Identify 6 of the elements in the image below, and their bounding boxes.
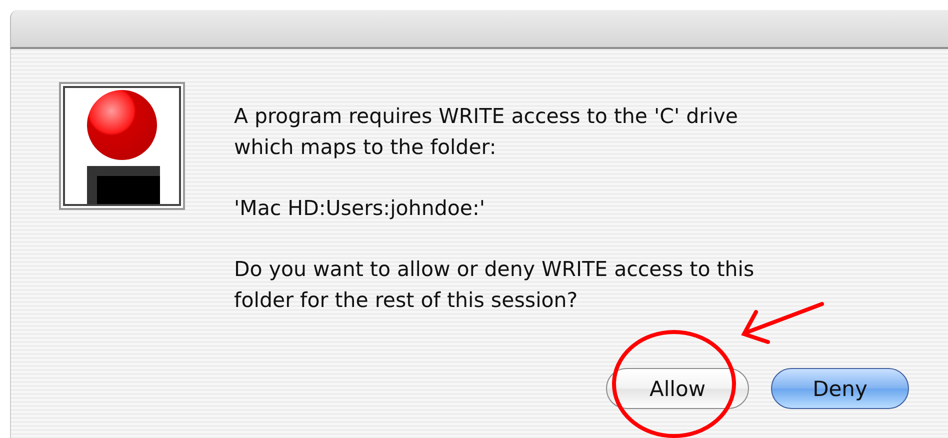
message-text: 'Mac HD:Users:johndoe:' <box>234 195 486 222</box>
default-button[interactable]: Deny <box>771 368 909 409</box>
message-text: A program requires WRITE access to the 'C' drive which maps to the folder: <box>234 103 740 161</box>
app-icon <box>59 82 185 210</box>
dialog-button[interactable]: Allow <box>606 368 749 409</box>
message-text: Do you want to allow or deny WRITE access to this folder for the rest of this session? <box>234 256 756 314</box>
